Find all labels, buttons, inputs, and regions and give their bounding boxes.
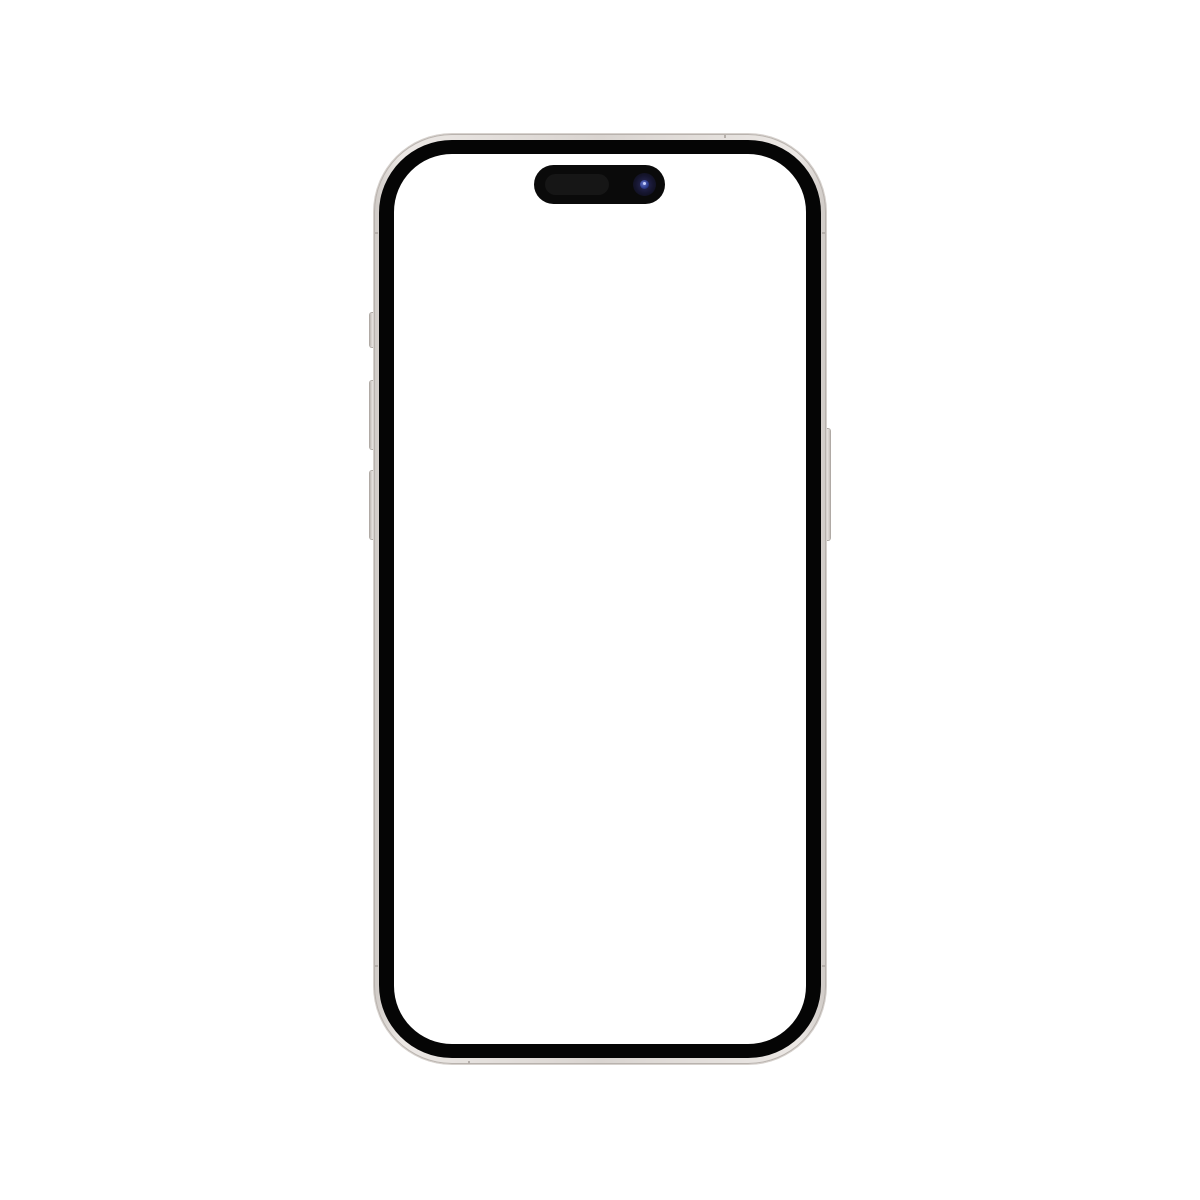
face-id-sensor (545, 174, 609, 195)
antenna-band (822, 965, 825, 967)
camera-glint (643, 182, 646, 185)
antenna-band (468, 1061, 470, 1064)
phone-frame (374, 134, 826, 1064)
camera-lens (640, 180, 649, 189)
antenna-band (375, 965, 378, 967)
front-camera-icon (633, 173, 656, 196)
antenna-band (724, 135, 726, 138)
antenna-band (375, 232, 378, 234)
phone-bezel (379, 140, 821, 1058)
stage (0, 0, 1200, 1200)
phone-screen[interactable] (394, 154, 806, 1044)
antenna-band (822, 232, 825, 234)
dynamic-island (534, 165, 665, 204)
